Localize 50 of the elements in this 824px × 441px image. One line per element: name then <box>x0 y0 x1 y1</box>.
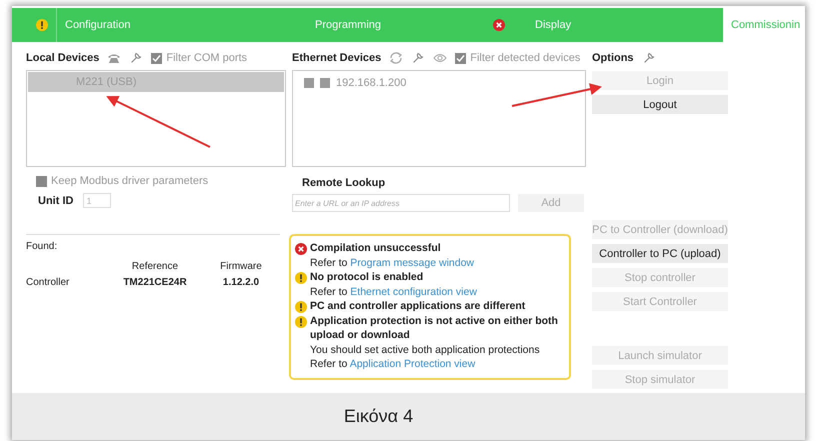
tab[interactable]: Commissionin <box>723 8 805 42</box>
wrench-icon[interactable] <box>129 51 144 65</box>
eye-icon[interactable] <box>433 53 448 63</box>
checkbox-label: Filter detected devices <box>470 52 580 64</box>
message-link[interactable]: Program message window <box>350 256 474 268</box>
message-link[interactable]: Ethernet configuration view <box>350 286 477 298</box>
message-text: Refer to Application Protection view <box>309 357 476 372</box>
error-icon <box>493 19 505 31</box>
tab[interactable]: Configuration <box>12 8 303 42</box>
wrench-icon[interactable] <box>411 51 426 65</box>
table-cell-text: Controller <box>26 276 70 290</box>
column-header: Firmware <box>219 260 263 272</box>
checkbox-label: Keep Modbus driver parameters <box>51 175 208 187</box>
caption: Εικόνα 4 <box>344 406 414 427</box>
section-title: Local Devices <box>26 52 100 64</box>
message-title: Compilation unsuccessful <box>310 241 441 256</box>
warning-icon <box>295 301 307 313</box>
checkbox[interactable] <box>151 52 162 64</box>
message-title: PC and controller applications are different <box>310 299 526 314</box>
tab[interactable]: Programming <box>303 8 523 42</box>
message-title: No protocol is enabled <box>310 270 424 284</box>
section-title: Remote Lookup <box>302 177 386 189</box>
message-text: You should set active both application protections <box>309 342 541 357</box>
checkbox[interactable] <box>36 176 47 186</box>
checkbox-label: Filter COM ports <box>166 52 248 64</box>
message-text: Refer to Program message window <box>309 256 475 270</box>
tab[interactable]: Display <box>523 8 723 42</box>
unit-id-label: Unit ID <box>38 194 74 206</box>
column-header: Reference <box>130 260 180 272</box>
table-cell-text: TM221CE24R <box>122 276 188 290</box>
section-title: Ethernet Devices <box>292 52 382 64</box>
message-text: Refer to Ethernet configuration view <box>309 284 478 299</box>
action-button[interactable]: Controller to PC (upload) <box>592 244 728 263</box>
error-icon <box>295 243 307 255</box>
checkbox[interactable] <box>455 52 466 64</box>
telephone-icon[interactable] <box>107 52 122 64</box>
message-link[interactable]: Application Protection view <box>350 358 476 370</box>
unit-id-field[interactable]: 1 <box>83 193 112 208</box>
warning-icon <box>295 272 307 284</box>
add-button[interactable]: Add <box>518 194 584 212</box>
action-button[interactable]: Logout <box>592 95 728 114</box>
warning-icon <box>295 316 307 328</box>
table-cell-text: 1.12.2.0 <box>222 276 260 290</box>
found-label: Found: <box>26 241 58 252</box>
address-input-field[interactable]: Enter a URL or an IP address <box>292 194 510 212</box>
section-title: Options <box>592 52 634 64</box>
refresh-icon[interactable] <box>389 51 404 65</box>
wrench-icon[interactable] <box>642 51 656 65</box>
warning-icon <box>36 19 48 31</box>
message-title: Application protection is not active on either both upload or download <box>310 314 559 342</box>
